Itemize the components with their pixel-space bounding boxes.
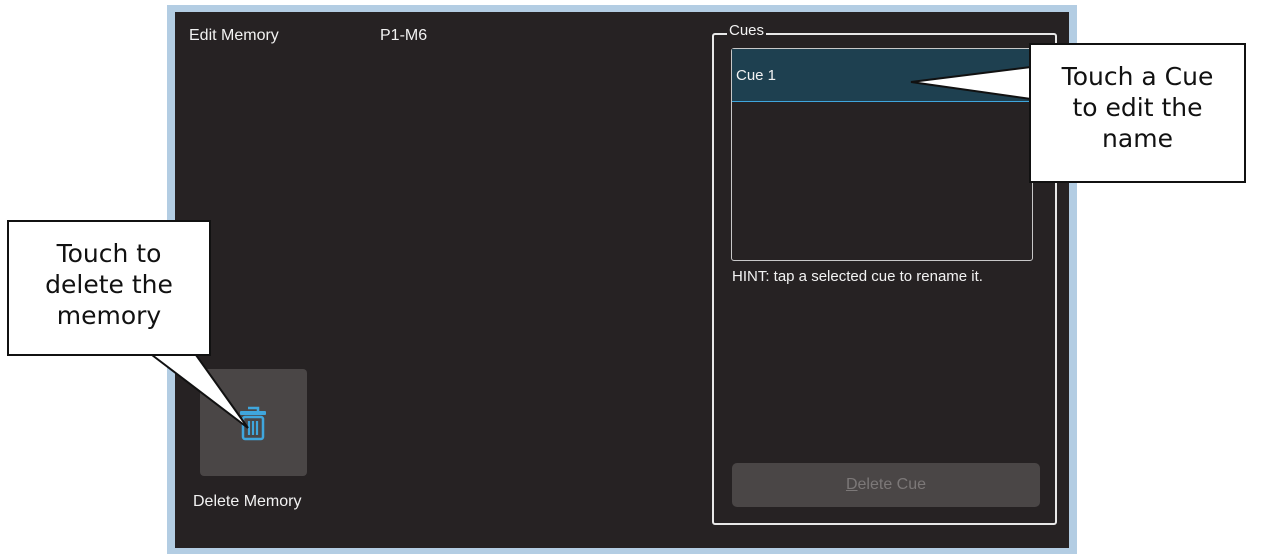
trash-icon [240,406,266,441]
callout-right-line-1: Touch a Cue [1061,62,1214,91]
cue-list[interactable]: Cue 1 [731,48,1033,261]
page-title: Edit Memory [189,27,279,44]
callout-left-line-2: delete the [45,270,173,299]
cue-label: Cue 1 [736,67,777,84]
callout-left-line-3: memory [56,301,162,330]
delete-cue-button[interactable]: Delete Cue [732,463,1040,507]
delete-memory-label: Delete Memory [193,493,302,510]
callout-left-line-1: Touch to [56,239,162,268]
cues-group-label: Cues [727,22,767,40]
callout-cue-hint: Touch a Cue to edit the name [1029,43,1246,183]
callout-right-line-3: name [1102,124,1173,153]
delete-cue-label: Delete Cue [845,476,927,493]
hint-text: HINT: tap a selected cue to rename it. [732,268,983,285]
callout-delete-hint: Touch to delete the memory [7,220,211,356]
memory-id: P1-M6 [380,27,428,44]
delete-memory-button[interactable] [200,369,307,476]
callout-right-line-2: to edit the [1072,93,1203,122]
list-item-cue-1[interactable]: Cue 1 [732,49,1032,102]
